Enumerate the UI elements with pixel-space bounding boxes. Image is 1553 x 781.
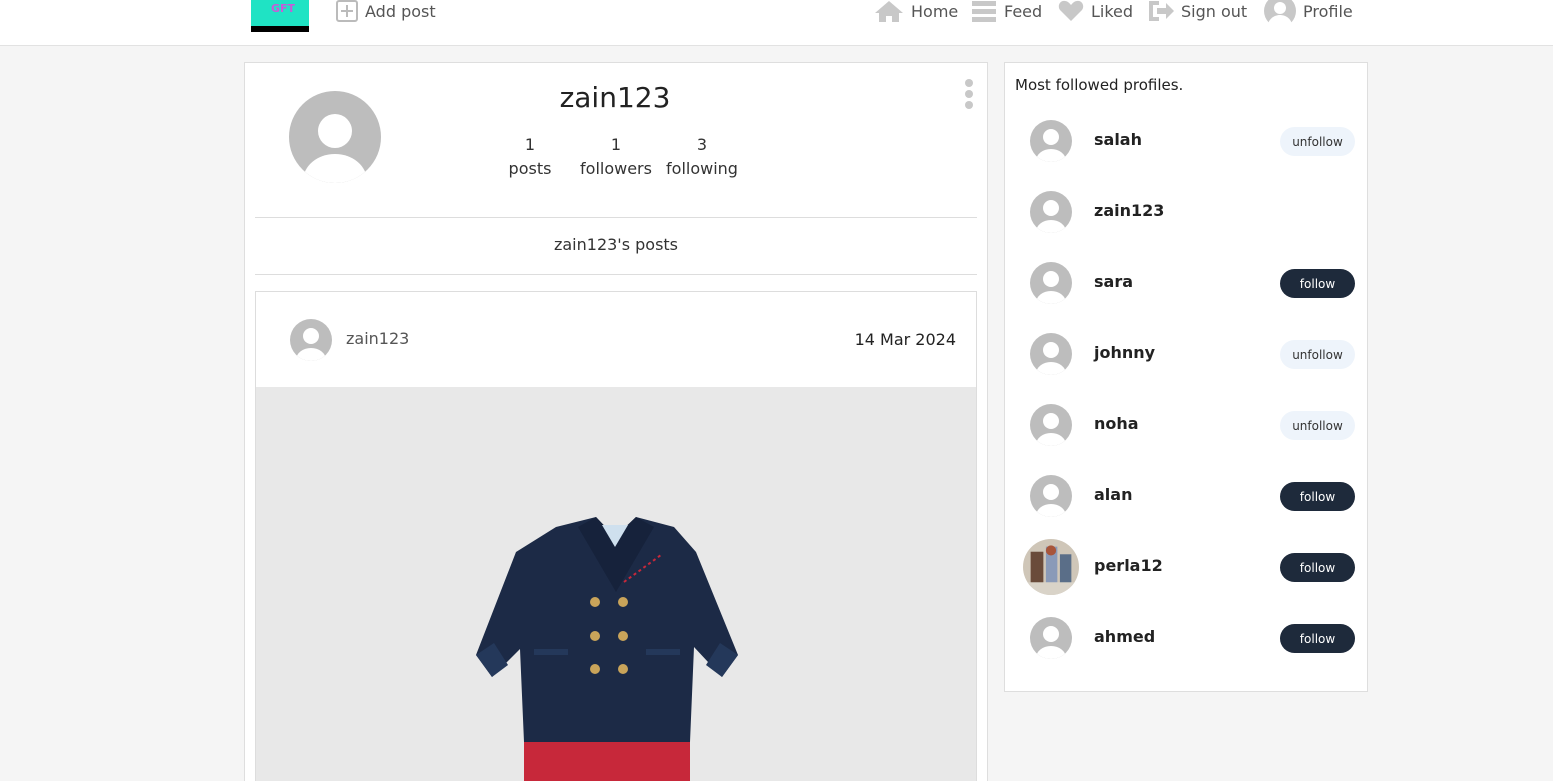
profile-name[interactable]: sara xyxy=(1094,272,1133,291)
unfollow-button[interactable]: unfollow xyxy=(1280,340,1355,369)
profile-name[interactable]: perla12 xyxy=(1094,556,1163,575)
stat-following-value: 3 xyxy=(696,135,708,154)
divider xyxy=(255,217,977,218)
follow-button[interactable]: follow xyxy=(1280,553,1355,582)
nav-home[interactable]: Home xyxy=(874,0,958,22)
stat-followers-label: followers xyxy=(580,159,652,178)
follow-button[interactable]: follow xyxy=(1280,269,1355,298)
most-followed-sidebar: Most followed profiles. salah unfollow zai… xyxy=(1004,62,1368,692)
post-image[interactable] xyxy=(256,387,976,781)
stat-followers[interactable]: 1 followers xyxy=(576,133,656,181)
unfollow-button[interactable]: unfollow xyxy=(1280,411,1355,440)
post-date: 14 Mar 2024 xyxy=(854,330,956,349)
stat-following[interactable]: 3 following xyxy=(662,133,742,181)
profile-username: zain123 xyxy=(559,81,671,114)
nav-profile-label: Profile xyxy=(1303,1,1353,21)
profile-card: zain123 1 posts 1 followers 3 following … xyxy=(244,62,988,781)
nav-add-post-label: Add post xyxy=(365,1,436,21)
profile-row[interactable]: perla12 follow xyxy=(1005,539,1367,595)
profile-avatar xyxy=(1030,475,1072,517)
profile-name[interactable]: noha xyxy=(1094,414,1139,433)
nav-sign-out-label: Sign out xyxy=(1181,1,1248,21)
stat-following-label: following xyxy=(666,159,738,178)
nav-feed-label: Feed xyxy=(1004,1,1043,21)
more-options-icon[interactable] xyxy=(963,79,975,109)
divider xyxy=(255,274,977,275)
add-icon xyxy=(336,0,358,22)
profile-name[interactable]: salah xyxy=(1094,130,1142,149)
profile-name[interactable]: ahmed xyxy=(1094,627,1155,646)
stat-followers-value: 1 xyxy=(610,135,622,154)
profile-row[interactable]: sara follow xyxy=(1005,255,1367,311)
profile-photo xyxy=(1023,539,1079,595)
profile-row[interactable]: alan follow xyxy=(1005,468,1367,524)
logo-text: GFT xyxy=(271,2,296,15)
post-author-avatar xyxy=(290,319,332,361)
nav-profile[interactable]: Profile xyxy=(1264,0,1353,24)
profile-avatar xyxy=(289,91,381,183)
nav-liked[interactable]: Liked xyxy=(1058,0,1133,22)
post-author-name[interactable]: zain123 xyxy=(346,329,409,348)
profile-row[interactable]: zain123 xyxy=(1005,184,1367,240)
post-card[interactable]: zain123 14 Mar 2024 xyxy=(255,291,977,781)
nav-add-post[interactable]: Add post xyxy=(336,0,436,22)
sign-out-icon xyxy=(1149,1,1174,21)
stat-posts-label: posts xyxy=(508,159,552,178)
profile-avatar xyxy=(1030,617,1072,659)
stat-posts[interactable]: 1 posts xyxy=(500,133,560,181)
heart-icon xyxy=(1058,0,1084,21)
profile-row[interactable]: salah unfollow xyxy=(1005,113,1367,169)
unfollow-button[interactable]: unfollow xyxy=(1280,127,1355,156)
nav-sign-out[interactable]: Sign out xyxy=(1148,0,1247,22)
user-avatar-icon xyxy=(1264,0,1296,24)
feed-icon xyxy=(972,1,996,22)
site-logo[interactable]: GFT xyxy=(251,0,309,32)
nav-home-label: Home xyxy=(911,1,959,21)
kids-outfit-image xyxy=(476,517,738,781)
profile-avatar xyxy=(1030,191,1072,233)
profile-avatar xyxy=(1030,333,1072,375)
profile-row[interactable]: johnny unfollow xyxy=(1005,326,1367,382)
stat-posts-value: 1 xyxy=(524,135,536,154)
nav-liked-label: Liked xyxy=(1091,1,1134,21)
nav-feed[interactable]: Feed xyxy=(971,0,1042,22)
profile-name[interactable]: zain123 xyxy=(1094,201,1164,220)
top-navbar: GFT Add post Home Feed Liked Sign out Pr… xyxy=(0,0,1553,46)
sidebar-title: Most followed profiles. xyxy=(1015,76,1184,94)
profile-row[interactable]: ahmed follow xyxy=(1005,610,1367,666)
profile-name[interactable]: alan xyxy=(1094,485,1132,504)
profile-avatar xyxy=(1030,120,1072,162)
follow-button[interactable]: follow xyxy=(1280,482,1355,511)
posts-section-title: zain123's posts xyxy=(553,235,679,254)
profile-avatar xyxy=(1030,262,1072,304)
follow-button[interactable]: follow xyxy=(1280,624,1355,653)
profile-row[interactable]: noha unfollow xyxy=(1005,397,1367,453)
profile-name[interactable]: johnny xyxy=(1094,343,1155,362)
home-icon xyxy=(875,1,903,22)
profile-avatar xyxy=(1030,404,1072,446)
